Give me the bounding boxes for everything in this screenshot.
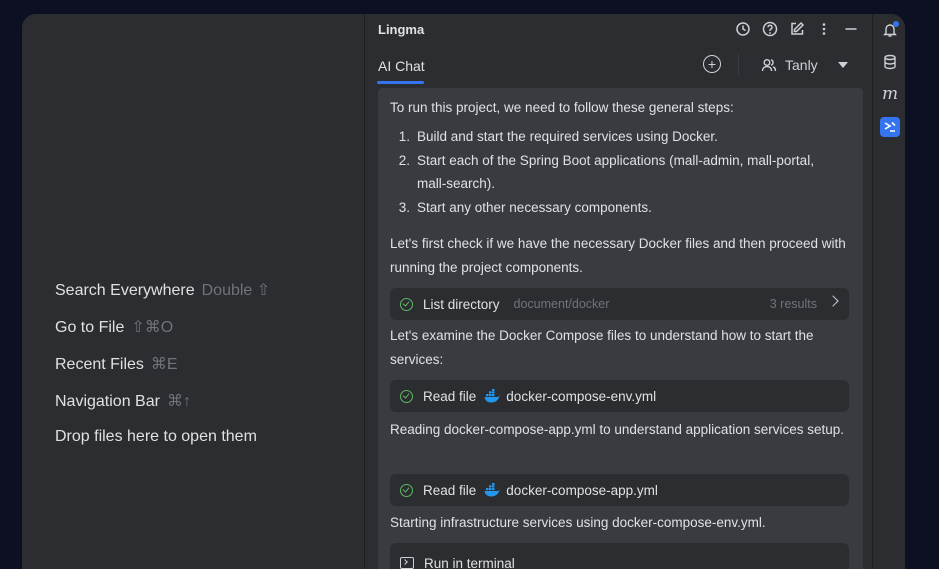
check-circle-icon <box>400 483 413 497</box>
hint-shortcut: ⌘↑ <box>166 393 191 410</box>
panel-title: Lingma <box>378 22 425 37</box>
hint-drop-files: Drop files here to open them <box>55 428 257 445</box>
tool-label: Run in terminal <box>424 555 515 569</box>
edit-icon[interactable] <box>786 20 808 38</box>
tool-file-name: docker-compose-app.yml <box>506 482 658 498</box>
tool-label: List directory <box>423 296 500 312</box>
chat-intro-text: To run this project, we need to follow t… <box>390 100 734 115</box>
chevron-down-icon[interactable] <box>838 62 848 68</box>
chat-examine-text: Let's examine the Docker Compose files t… <box>390 328 814 367</box>
minimize-icon[interactable] <box>840 20 862 38</box>
chat-starting-text: Starting infrastructure services using d… <box>390 515 766 530</box>
lingma-panel: Lingma AI Chat + Tanly To run this proje… <box>364 14 872 569</box>
hint-shortcut: Double ⇧ <box>201 282 271 299</box>
notification-badge <box>893 21 899 27</box>
lingma-icon[interactable] <box>880 117 900 137</box>
docker-icon <box>484 483 500 497</box>
hint-search-everywhere: Search Everywhere Double ⇧ <box>55 282 271 299</box>
empty-editor-area: Search Everywhere Double ⇧ Go to File ⇧⌘O … <box>22 14 364 569</box>
editor-hints: Search Everywhere Double ⇧ Go to File ⇧⌘O … <box>55 280 270 465</box>
list-item: 3. Start any other necessary components. <box>398 199 652 215</box>
panel-toolbar <box>732 20 862 38</box>
read-file-step-env[interactable]: Read file docker-compose-env.yml <box>390 380 849 412</box>
list-directory-step[interactable]: List directory document/docker 3 results <box>390 288 849 320</box>
database-icon[interactable] <box>880 52 900 72</box>
steps-list: 1. Build and start the required services … <box>390 125 850 219</box>
read-file-step-app[interactable]: Read file docker-compose-app.yml <box>390 474 849 506</box>
chevron-right-icon[interactable] <box>827 295 839 307</box>
chat-conversation: To run this project, we need to follow t… <box>378 88 863 569</box>
tool-label: Read file <box>423 388 477 404</box>
user-selector[interactable]: Tanly <box>761 57 818 73</box>
hint-go-to-file: Go to File ⇧⌘O <box>55 319 174 336</box>
new-chat-plus-icon[interactable]: + <box>703 55 721 73</box>
more-icon[interactable] <box>813 20 835 38</box>
user-icon <box>761 59 777 72</box>
hint-shortcut: ⌘E <box>150 356 178 373</box>
tool-result-count: 3 results <box>769 297 817 311</box>
history-icon[interactable] <box>732 20 754 38</box>
toolbar-divider <box>738 54 739 76</box>
tool-path: document/docker <box>513 297 610 311</box>
terminal-icon <box>400 557 414 569</box>
maven-icon[interactable]: m <box>880 84 900 104</box>
right-tool-strip: m <box>872 14 905 569</box>
run-in-terminal-step[interactable]: Run in terminal <box>390 543 849 569</box>
hint-recent-files: Recent Files ⌘E <box>55 356 178 373</box>
list-item: 1. Build and start the required services … <box>398 129 718 144</box>
chat-reading-text: Reading docker-compose-app.yml to unders… <box>390 422 844 437</box>
hint-navigation-bar: Navigation Bar ⌘↑ <box>55 393 191 410</box>
tool-file-name: docker-compose-env.yml <box>506 388 657 404</box>
chat-check-text: Let's first check if we have the necessa… <box>390 236 846 275</box>
ide-window: Search Everywhere Double ⇧ Go to File ⇧⌘O … <box>22 14 905 569</box>
tab-ai-chat[interactable]: AI Chat <box>378 58 425 74</box>
hint-shortcut: ⇧⌘O <box>131 319 174 336</box>
docker-icon <box>484 389 500 403</box>
tool-label: Read file <box>423 482 477 498</box>
user-name: Tanly <box>785 57 818 73</box>
check-circle-icon <box>400 297 413 311</box>
help-icon[interactable] <box>759 20 781 38</box>
active-tab-indicator <box>377 81 424 84</box>
check-circle-icon <box>400 389 413 403</box>
list-item: 2. Start each of the Spring Boot applicat… <box>398 152 814 192</box>
